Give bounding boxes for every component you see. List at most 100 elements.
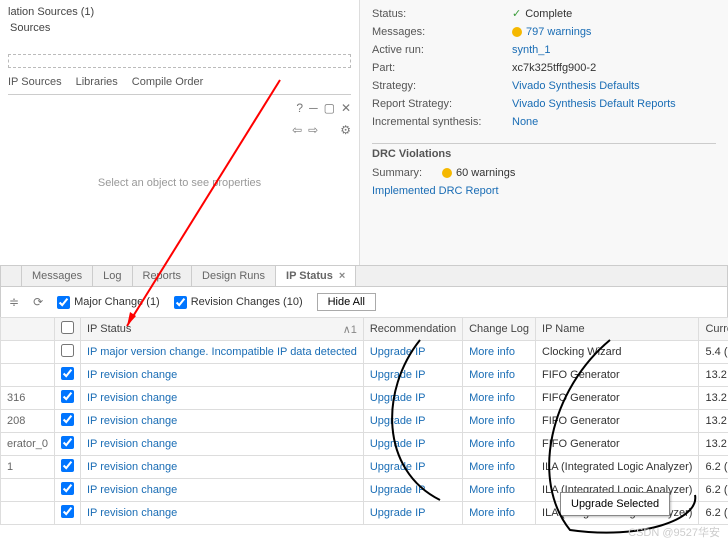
row-changelog-link[interactable]: More info bbox=[463, 433, 536, 456]
tab-reports[interactable]: Reports bbox=[133, 266, 193, 286]
part-label: Part: bbox=[372, 62, 512, 74]
refresh-icon[interactable]: ⟳ bbox=[33, 295, 43, 309]
row-status-link[interactable]: IP revision change bbox=[80, 456, 363, 479]
col-ip-status[interactable]: IP Status ∧1 bbox=[80, 318, 363, 341]
col-source[interactable] bbox=[1, 318, 55, 341]
row-source bbox=[1, 364, 55, 387]
row-checkbox[interactable] bbox=[54, 433, 80, 456]
row-source: 208 bbox=[1, 410, 55, 433]
row-upgrade-link[interactable]: Upgrade IP bbox=[363, 410, 462, 433]
row-ip-name: FIFO Generator bbox=[536, 364, 699, 387]
table-row[interactable]: IP revision changeUpgrade IPMore infoFIF… bbox=[1, 364, 728, 387]
active-run-label: Active run: bbox=[372, 44, 512, 56]
table-row[interactable]: IP major version change. Incompatible IP… bbox=[1, 341, 728, 364]
row-changelog-link[interactable]: More info bbox=[463, 479, 536, 502]
row-status-link[interactable]: IP revision change bbox=[80, 433, 363, 456]
row-status-link[interactable]: IP revision change bbox=[80, 410, 363, 433]
col-ip-name[interactable]: IP Name bbox=[536, 318, 699, 341]
hide-all-button[interactable]: Hide All bbox=[317, 293, 376, 311]
row-changelog-link[interactable]: More info bbox=[463, 456, 536, 479]
row-status-link[interactable]: IP major version change. Incompatible IP… bbox=[80, 341, 363, 364]
col-change-log[interactable]: Change Log bbox=[463, 318, 536, 341]
row-checkbox[interactable] bbox=[54, 387, 80, 410]
tab-ip-status[interactable]: IP Status× bbox=[276, 266, 356, 286]
row-current-version: 5.4 (Rev bbox=[699, 341, 728, 364]
messages-link[interactable]: 797 warnings bbox=[526, 26, 591, 38]
tab-ip-sources[interactable]: IP Sources bbox=[8, 76, 62, 88]
back-icon[interactable]: ⇦ bbox=[292, 123, 302, 137]
drc-summary-label: Summary: bbox=[372, 167, 442, 179]
row-source: 316 bbox=[1, 387, 55, 410]
status-label: Status: bbox=[372, 8, 512, 20]
table-row[interactable]: 316 IP revision changeUpgrade IPMore info… bbox=[1, 387, 728, 410]
upgrade-selected-button[interactable]: Upgrade Selected bbox=[560, 492, 670, 516]
row-changelog-link[interactable]: More info bbox=[463, 502, 536, 525]
forward-icon[interactable]: ⇨ bbox=[308, 123, 318, 137]
strategy-label: Strategy: bbox=[372, 80, 512, 92]
drc-report-link[interactable]: Implemented DRC Report bbox=[372, 185, 499, 197]
tab-messages[interactable]: Messages bbox=[22, 266, 93, 286]
row-checkbox[interactable] bbox=[54, 479, 80, 502]
gear-icon[interactable]: ⚙ bbox=[340, 123, 351, 137]
row-current-version: 13.2 (Re bbox=[699, 364, 728, 387]
filter-major-change[interactable]: Major Change (1) bbox=[57, 296, 160, 309]
row-upgrade-link[interactable]: Upgrade IP bbox=[363, 502, 462, 525]
row-current-version: 6.2 (Rev bbox=[699, 502, 728, 525]
minimize-icon[interactable]: ─ bbox=[309, 101, 318, 115]
row-checkbox[interactable] bbox=[54, 364, 80, 387]
warning-icon bbox=[512, 27, 522, 37]
table-row[interactable]: 208 IP revision changeUpgrade IPMore info… bbox=[1, 410, 728, 433]
row-current-version: 13.2 (Re bbox=[699, 410, 728, 433]
maximize-icon[interactable]: ▢ bbox=[324, 101, 335, 115]
row-changelog-link[interactable]: More info bbox=[463, 364, 536, 387]
row-source bbox=[1, 502, 55, 525]
tab-libraries[interactable]: Libraries bbox=[76, 76, 118, 88]
tab-log[interactable]: Log bbox=[93, 266, 132, 286]
sort-icon[interactable]: ≑ bbox=[9, 295, 19, 309]
row-checkbox[interactable] bbox=[54, 502, 80, 525]
row-upgrade-link[interactable]: Upgrade IP bbox=[363, 364, 462, 387]
row-current-version: 13.2 (Re bbox=[699, 387, 728, 410]
row-upgrade-link[interactable]: Upgrade IP bbox=[363, 341, 462, 364]
filter-revision-changes[interactable]: Revision Changes (10) bbox=[174, 296, 303, 309]
drop-placeholder bbox=[8, 54, 351, 68]
col-recommendation[interactable]: Recommendation bbox=[363, 318, 462, 341]
table-row[interactable]: erator_0 IP revision changeUpgrade IPMore… bbox=[1, 433, 728, 456]
row-source bbox=[1, 341, 55, 364]
row-source: erator_0 bbox=[1, 433, 55, 456]
tree-line-1[interactable]: lation Sources (1) bbox=[8, 4, 351, 20]
incremental-link[interactable]: None bbox=[512, 116, 538, 128]
table-row[interactable]: 1IP revision changeUpgrade IPMore infoIL… bbox=[1, 456, 728, 479]
part-value: xc7k325tffg900-2 bbox=[512, 62, 596, 74]
row-changelog-link[interactable]: More info bbox=[463, 341, 536, 364]
row-upgrade-link[interactable]: Upgrade IP bbox=[363, 387, 462, 410]
tab-compile-order[interactable]: Compile Order bbox=[132, 76, 204, 88]
row-ip-name: FIFO Generator bbox=[536, 410, 699, 433]
close-icon[interactable]: × bbox=[339, 270, 345, 282]
tab-design-runs[interactable]: Design Runs bbox=[192, 266, 276, 286]
row-status-link[interactable]: IP revision change bbox=[80, 502, 363, 525]
row-status-link[interactable]: IP revision change bbox=[80, 364, 363, 387]
row-status-link[interactable]: IP revision change bbox=[80, 479, 363, 502]
strategy-link[interactable]: Vivado Synthesis Defaults bbox=[512, 80, 640, 92]
drc-heading: DRC Violations bbox=[372, 143, 716, 164]
help-icon[interactable]: ? bbox=[296, 101, 303, 115]
row-checkbox[interactable] bbox=[54, 410, 80, 433]
col-header-checkbox[interactable] bbox=[54, 318, 80, 341]
row-checkbox[interactable] bbox=[54, 341, 80, 364]
row-upgrade-link[interactable]: Upgrade IP bbox=[363, 479, 462, 502]
row-upgrade-link[interactable]: Upgrade IP bbox=[363, 456, 462, 479]
row-source: 1 bbox=[1, 456, 55, 479]
status-value: ✓Complete bbox=[512, 7, 572, 20]
row-changelog-link[interactable]: More info bbox=[463, 387, 536, 410]
row-changelog-link[interactable]: More info bbox=[463, 410, 536, 433]
row-checkbox[interactable] bbox=[54, 456, 80, 479]
col-current[interactable]: Current bbox=[699, 318, 728, 341]
active-run-link[interactable]: synth_1 bbox=[512, 44, 551, 56]
close-icon[interactable]: ✕ bbox=[341, 101, 351, 115]
row-upgrade-link[interactable]: Upgrade IP bbox=[363, 433, 462, 456]
watermark: CSDN @9527华安 bbox=[628, 524, 720, 540]
row-status-link[interactable]: IP revision change bbox=[80, 387, 363, 410]
tree-line-2[interactable]: Sources bbox=[8, 20, 351, 36]
report-strategy-link[interactable]: Vivado Synthesis Default Reports bbox=[512, 98, 676, 110]
